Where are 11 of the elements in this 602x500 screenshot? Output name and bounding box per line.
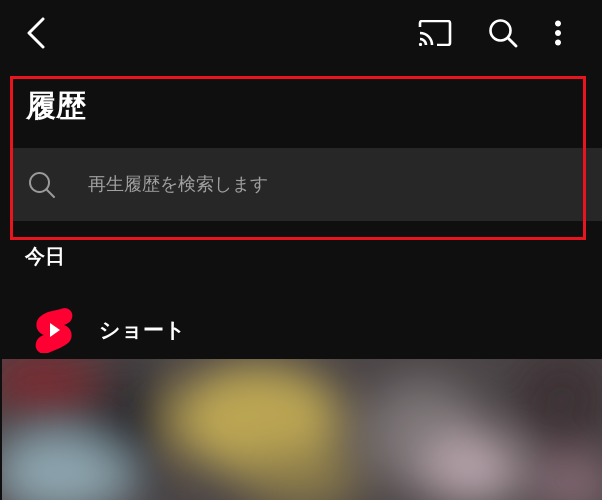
shorts-logo-icon xyxy=(34,307,74,353)
back-icon[interactable] xyxy=(26,17,46,49)
search-icon[interactable] xyxy=(488,18,518,48)
search-icon xyxy=(28,170,56,198)
search-bar[interactable]: 再生履歴を検索します xyxy=(12,148,602,221)
page-title: 履歴 xyxy=(24,88,87,126)
more-icon[interactable] xyxy=(554,20,562,46)
group-label[interactable]: ショート xyxy=(99,316,186,344)
cast-icon[interactable] xyxy=(418,20,452,46)
section-heading: 今日 xyxy=(24,243,66,270)
search-field[interactable]: 再生履歴を検索します xyxy=(86,173,602,196)
